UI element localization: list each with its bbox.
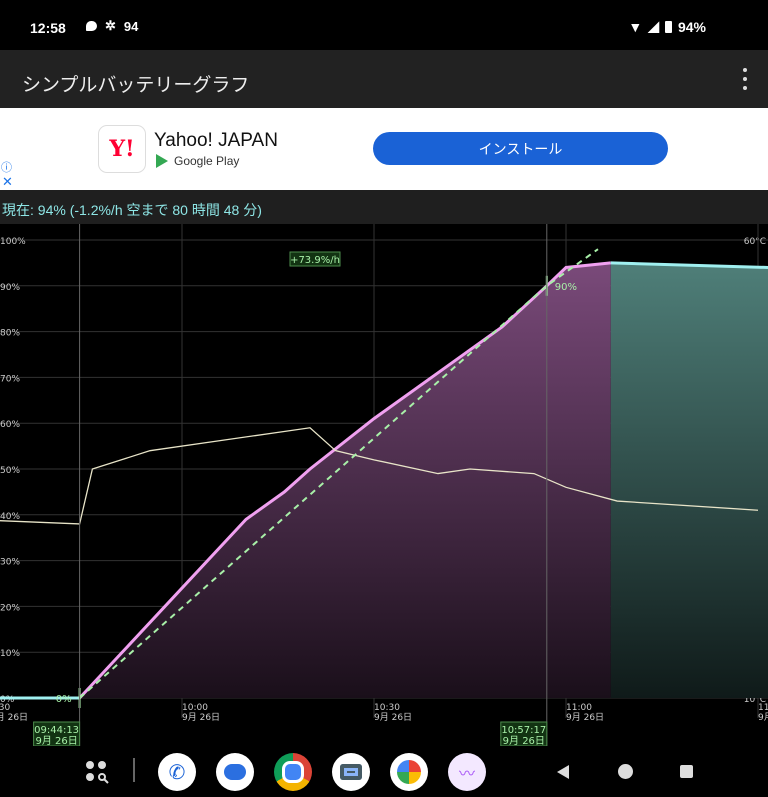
google-play-icon bbox=[156, 154, 168, 168]
left-tick-label: 70% bbox=[0, 374, 20, 384]
x-tick-date: 9月 26日 bbox=[758, 712, 768, 723]
battery-graph[interactable]: 100%90%80%70%60%50%40%30%20%10%0%60°C55°… bbox=[0, 224, 768, 748]
recents-icon[interactable] bbox=[680, 765, 693, 778]
x-tick-time: 10:30 bbox=[374, 703, 400, 713]
battery-chart[interactable]: 100%90%80%70%60%50%40%30%20%10%0%60°C55°… bbox=[0, 224, 768, 748]
x-tick-time: 9:30 bbox=[0, 703, 10, 713]
start-marker-pct: 0% bbox=[56, 694, 72, 705]
left-tick-label: 20% bbox=[0, 603, 20, 613]
fan-icon: ✲ bbox=[105, 18, 116, 33]
ad-banner[interactable]: Y! Yahoo! JAPAN Google Play インストール ⓘ ✕ bbox=[0, 108, 768, 190]
status-bar: 12:58 ✲ 94 ▼ ◢ 94% bbox=[0, 0, 768, 50]
x-tick-date: 9月 26日 bbox=[0, 712, 28, 723]
ad-close-icon[interactable]: ✕ bbox=[2, 175, 14, 188]
x-tick-date: 9月 26日 bbox=[566, 712, 604, 723]
photos-icon[interactable] bbox=[390, 753, 428, 791]
back-icon[interactable] bbox=[557, 765, 569, 779]
end-marker-time: 10:57:17 bbox=[501, 725, 546, 736]
start-marker-date: 9月 26日 bbox=[35, 735, 77, 746]
signal-icon: ◢ bbox=[648, 18, 659, 34]
battery-summary: 現在: 94% (-1.2%/h 空まで 80 時間 48 分) bbox=[0, 190, 768, 224]
home-icon[interactable] bbox=[618, 764, 633, 779]
summary-text: 現在: 94% (-1.2%/h 空まで 80 時間 48 分) bbox=[2, 202, 262, 218]
install-button[interactable]: インストール bbox=[373, 132, 668, 165]
left-tick-label: 10% bbox=[0, 649, 20, 659]
chrome-icon[interactable] bbox=[274, 753, 312, 791]
notification-count: 94 bbox=[123, 18, 139, 34]
yahoo-logo: Y! bbox=[99, 126, 145, 172]
app-bar: シンプルバッテリーグラフ bbox=[0, 50, 768, 108]
rate-label: +73.9%/h bbox=[290, 255, 340, 266]
charging-area bbox=[79, 262, 611, 698]
phone-icon[interactable]: ✆ bbox=[158, 753, 196, 791]
start-marker-time: 09:44:13 bbox=[34, 725, 79, 736]
x-tick-date: 9月 26日 bbox=[374, 712, 412, 723]
ad-app-name: Yahoo! JAPAN bbox=[154, 130, 278, 151]
left-tick-label: 100% bbox=[0, 237, 26, 247]
x-tick-time: 11:00 bbox=[566, 703, 592, 713]
end-marker-date: 9月 26日 bbox=[503, 735, 545, 746]
wifi-icon: ▼ bbox=[628, 18, 643, 35]
clock: 12:58 bbox=[30, 20, 66, 36]
left-tick-label: 30% bbox=[0, 558, 20, 568]
podcasts-icon[interactable]: 〰 bbox=[448, 753, 486, 791]
battery-percent: 94% bbox=[677, 18, 706, 35]
camera-icon[interactable] bbox=[332, 753, 370, 791]
left-tick-label: 50% bbox=[0, 466, 20, 476]
app-drawer-icon[interactable] bbox=[84, 759, 110, 785]
divider bbox=[133, 758, 135, 782]
x-tick-time: 10:00 bbox=[182, 703, 208, 713]
ad-store-label: Google Play bbox=[174, 154, 240, 168]
x-tick-date: 9月 26日 bbox=[182, 712, 220, 723]
end-marker-pct: 90% bbox=[555, 282, 577, 293]
navigation-bar bbox=[0, 746, 768, 797]
right-tick-label: 60°C bbox=[744, 237, 766, 247]
more-vert-icon[interactable] bbox=[740, 68, 750, 90]
x-tick-time: 11:30 bbox=[758, 703, 768, 713]
messages-icon[interactable] bbox=[216, 753, 254, 791]
app-title: シンプルバッテリーグラフ bbox=[22, 75, 250, 96]
ad-info-icon[interactable]: ⓘ bbox=[1, 162, 13, 174]
left-tick-label: 80% bbox=[0, 329, 20, 339]
left-tick-label: 90% bbox=[0, 283, 20, 293]
battery-icon bbox=[664, 20, 672, 33]
discharging-area bbox=[610, 262, 768, 698]
left-tick-label: 60% bbox=[0, 420, 20, 430]
message-notification-icon bbox=[86, 21, 97, 31]
